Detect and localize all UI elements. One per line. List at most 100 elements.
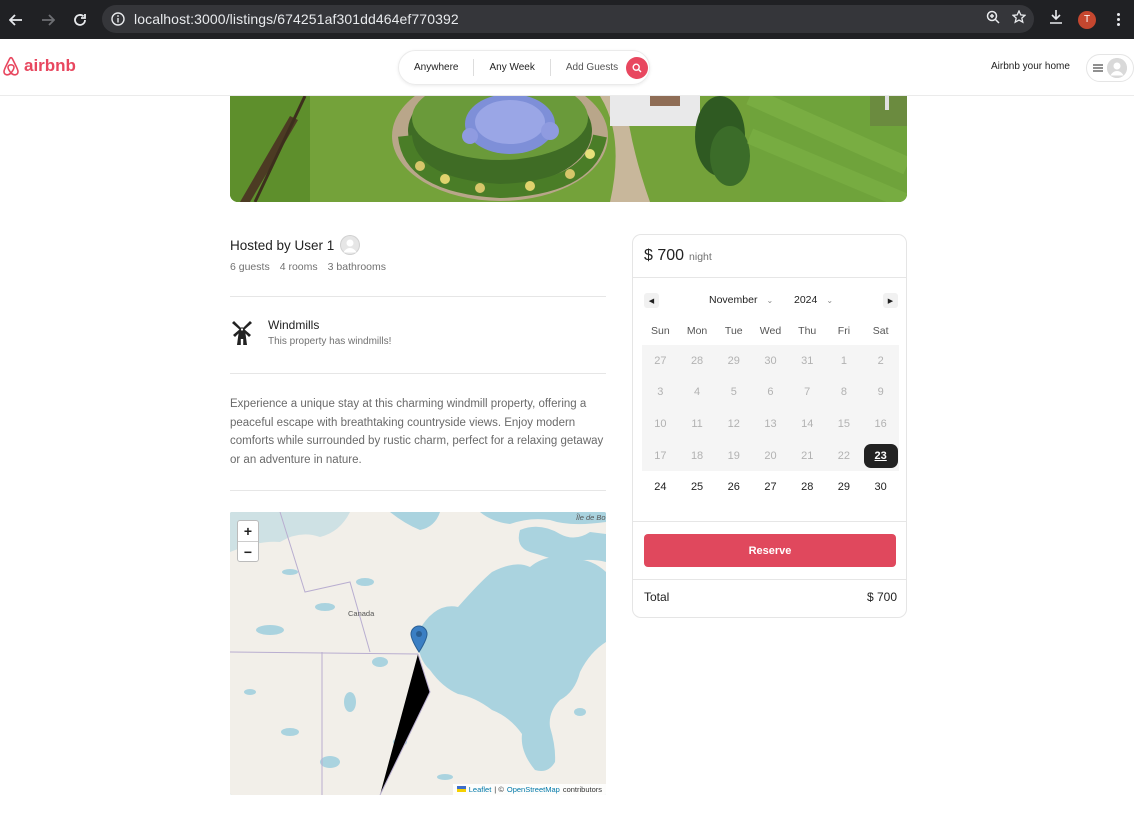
calendar-day-number: 22 [837, 449, 851, 462]
calendar-day-number: 30 [874, 481, 887, 494]
calendar-day: 28 [678, 345, 716, 377]
calendar-day: 3 [642, 376, 679, 409]
address-bar[interactable]: localhost:3000/listings/674251af301dd464… [102, 5, 1034, 33]
listing-map[interactable]: Canada Île de Bo + − Leaflet | © OpenStr… [230, 512, 606, 795]
calendar-day: 7 [788, 376, 826, 409]
site-info-icon[interactable] [104, 5, 132, 33]
prev-month-button[interactable]: ◀ [644, 293, 659, 308]
calendar-day-number: 28 [690, 354, 704, 367]
calendar-day-selected[interactable]: 23 [862, 439, 899, 472]
price-unit: night [689, 251, 712, 263]
calendar-day: 17 [642, 439, 679, 472]
calendar-day-number: 6 [767, 386, 774, 399]
map-attribution: Leaflet | © OpenStreetMap contributors [452, 784, 606, 795]
calendar-day-number: 24 [654, 481, 667, 494]
calendar-day-number: 3 [657, 386, 664, 399]
section-divider [230, 296, 606, 297]
search-guests[interactable]: Add Guests [551, 62, 626, 73]
brand-name: airbnb [24, 56, 76, 75]
search-when[interactable]: Any Week [474, 62, 549, 73]
bathrooms-count: 3 bathrooms [327, 261, 387, 273]
attribution-separator: | © [494, 785, 504, 794]
calendar-day[interactable]: 28 [788, 471, 826, 503]
calendar-day-number: 18 [690, 449, 704, 462]
calendar-day-number: 23 [863, 443, 898, 468]
weekday-header: Sun Mon Tue Wed Thu Fri Sat [642, 325, 899, 337]
calendar-day[interactable]: 27 [752, 471, 789, 503]
search-icon [632, 62, 642, 72]
reserve-button[interactable]: Reserve [644, 534, 896, 567]
leaflet-link[interactable]: Leaflet [469, 785, 492, 794]
user-menu-button[interactable] [1086, 54, 1134, 82]
calendar-day: 18 [678, 439, 716, 472]
map-marker-icon[interactable] [410, 625, 428, 658]
year-select[interactable]: 2024 ⌄ [794, 294, 833, 306]
calendar-day-number: 25 [690, 481, 704, 494]
calendar-day: 10 [642, 408, 679, 440]
calendar-day: 6 [752, 376, 789, 409]
host-avatar [340, 235, 361, 255]
chevron-down-icon: ⌄ [766, 295, 774, 305]
airbnb-logo[interactable]: airbnb [2, 56, 76, 76]
booking-panel: $ 700 night ◀ November ⌄ 2024 ⌄ ▶ Sun Mon… [632, 234, 907, 618]
host-link[interactable]: Airbnb your home [991, 61, 1070, 72]
forward-icon[interactable] [32, 4, 64, 36]
osm-link[interactable]: OpenStreetMap [507, 785, 560, 794]
map-zoom-control: + − [237, 520, 259, 562]
profile-avatar[interactable]: T [1078, 10, 1096, 29]
calendar-header: ◀ November ⌄ 2024 ⌄ ▶ [644, 293, 899, 309]
avatar [1107, 58, 1127, 78]
calendar-day: 9 [862, 376, 899, 409]
reload-icon[interactable] [64, 4, 96, 36]
search-button[interactable] [626, 56, 649, 79]
month-label: November [709, 294, 758, 306]
nightly-price: $ 700 night [644, 247, 712, 265]
host-heading: Hosted by User 1 [230, 235, 361, 255]
browser-toolbar: localhost:3000/listings/674251af301dd464… [0, 0, 1134, 39]
calendar-day: 11 [678, 408, 716, 440]
section-divider [230, 490, 606, 491]
section-divider [230, 373, 606, 374]
calendar-day: 31 [788, 345, 826, 377]
weekday-label: Fri [837, 325, 851, 337]
calendar-day: 4 [678, 376, 716, 409]
month-select[interactable]: November ⌄ [709, 294, 773, 306]
download-icon[interactable] [1048, 9, 1064, 30]
calendar-day: 20 [752, 439, 789, 472]
calendar-day[interactable]: 29 [825, 471, 863, 503]
map-label-island: Île de Bo [576, 513, 606, 522]
back-icon[interactable] [0, 4, 32, 36]
calendar-day-number: 19 [727, 449, 740, 462]
search-where[interactable]: Anywhere [399, 62, 473, 73]
calendar-day: 29 [715, 345, 753, 377]
calendar-day[interactable]: 26 [715, 471, 753, 503]
category-amenity: Windmills This property has windmills! [230, 318, 391, 351]
browser-menu-icon[interactable] [1108, 13, 1128, 26]
calendar-day: 1 [825, 345, 863, 377]
calendar-day[interactable]: 25 [678, 471, 716, 503]
weekday-label: Thu [798, 325, 817, 337]
calendar-day-number: 17 [654, 449, 667, 462]
calendar-day-number: 31 [801, 354, 814, 367]
zoom-out-button[interactable]: − [238, 541, 258, 561]
calendar-day-number: 14 [801, 417, 814, 430]
calendar-day[interactable]: 30 [862, 471, 899, 503]
map-label-canada: Canada [348, 609, 375, 618]
calendar-day-number: 30 [764, 354, 777, 367]
calendar-day: 5 [715, 376, 753, 409]
zoom-icon[interactable] [986, 10, 1000, 29]
calendar-day-number: 11 [691, 417, 703, 430]
next-month-button[interactable]: ▶ [883, 293, 898, 308]
bookmark-star-icon[interactable] [1011, 8, 1027, 29]
search-bar[interactable]: Anywhere Any Week Add Guests [398, 50, 650, 85]
ukraine-flag-icon [456, 785, 466, 794]
calendar-day: 19 [715, 439, 753, 472]
weekday-label: Tue [724, 325, 743, 337]
weekday-label: Sat [872, 325, 889, 337]
calendar-day[interactable]: 24 [642, 471, 679, 503]
calendar-day-number: 27 [764, 481, 777, 494]
calendar-day-number: 7 [804, 386, 811, 399]
calendar-day: 2 [862, 345, 899, 377]
attribution-contributors: contributors [562, 785, 602, 794]
zoom-in-button[interactable]: + [238, 521, 258, 541]
